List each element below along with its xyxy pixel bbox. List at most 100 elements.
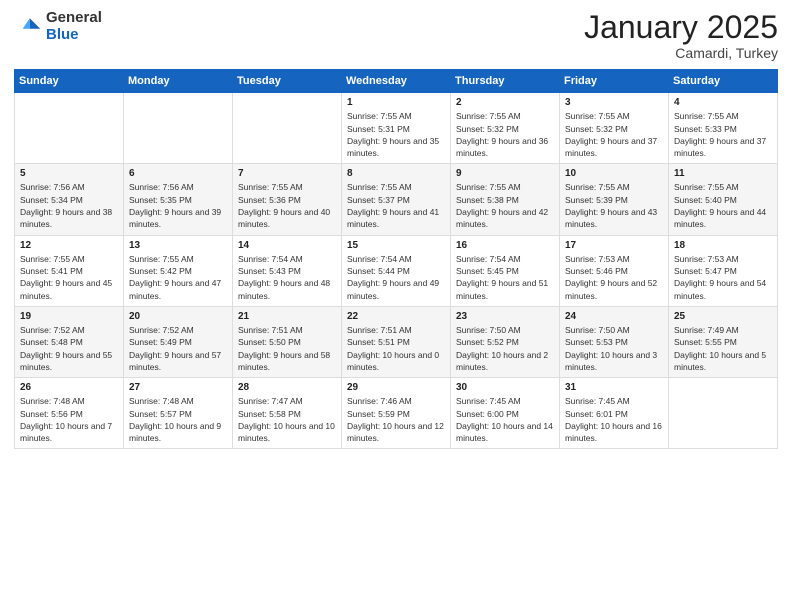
day-number: 9	[456, 168, 554, 179]
day-info: Sunrise: 7:49 AMSunset: 5:55 PMDaylight:…	[674, 324, 772, 373]
day-info: Sunrise: 7:55 AMSunset: 5:31 PMDaylight:…	[347, 110, 445, 159]
calendar-cell: 14 Sunrise: 7:54 AMSunset: 5:43 PMDayligh…	[233, 235, 342, 306]
day-number: 24	[565, 311, 663, 322]
day-number: 27	[129, 382, 227, 393]
calendar-cell: 3 Sunrise: 7:55 AMSunset: 5:32 PMDaylight…	[560, 93, 669, 164]
day-info: Sunrise: 7:48 AMSunset: 5:57 PMDaylight:…	[129, 395, 227, 444]
calendar-cell: 29Sunrise: 7:46 AMSunset: 5:59 PMDayligh…	[342, 378, 451, 449]
day-number: 2	[456, 97, 554, 108]
calendar-cell: 21 Sunrise: 7:51 AMSunset: 5:50 PMDayligh…	[233, 306, 342, 377]
day-info: Sunrise: 7:48 AMSunset: 5:56 PMDaylight:…	[20, 395, 118, 444]
day-number: 13	[129, 240, 227, 251]
day-number: 26	[20, 382, 118, 393]
page: General Blue January 2025 Camardi, Turke…	[0, 0, 792, 612]
day-info: Sunrise: 7:55 AMSunset: 5:32 PMDaylight:…	[565, 110, 663, 159]
logo-text: General Blue	[46, 10, 102, 43]
calendar-cell: 17 Sunrise: 7:53 AMSunset: 5:46 PMDayligh…	[560, 235, 669, 306]
calendar-week-row: 5Sunrise: 7:56 AMSunset: 5:34 PMDaylight…	[15, 164, 778, 235]
calendar-cell: 5Sunrise: 7:56 AMSunset: 5:34 PMDaylight…	[15, 164, 124, 235]
calendar-cell: 9Sunrise: 7:55 AMSunset: 5:38 PMDaylight…	[451, 164, 560, 235]
day-number: 18	[674, 240, 772, 251]
day-number: 22	[347, 311, 445, 322]
calendar-cell: 19 Sunrise: 7:52 AMSunset: 5:48 PMDayligh…	[15, 306, 124, 377]
day-number: 5	[20, 168, 118, 179]
day-number: 8	[347, 168, 445, 179]
title-location: Camardi, Turkey	[584, 45, 778, 61]
calendar-cell: 12 Sunrise: 7:55 AMSunset: 5:41 PMDayligh…	[15, 235, 124, 306]
day-info: Sunrise: 7:52 AMSunset: 5:48 PMDaylight:…	[20, 324, 118, 373]
day-info: Sunrise: 7:54 AMSunset: 5:45 PMDaylight:…	[456, 253, 554, 302]
calendar-cell: 22 Sunrise: 7:51 AMSunset: 5:51 PMDayligh…	[342, 306, 451, 377]
day-number: 19	[20, 311, 118, 322]
calendar-cell: 31 Sunrise: 7:45 AMSunset: 6:01 PMDayligh…	[560, 378, 669, 449]
day-number: 10	[565, 168, 663, 179]
title-block: January 2025 Camardi, Turkey	[584, 10, 778, 61]
calendar-cell: 18 Sunrise: 7:53 AMSunset: 5:47 PMDayligh…	[669, 235, 778, 306]
calendar-cell: 11Sunrise: 7:55 AMSunset: 5:40 PMDayligh…	[669, 164, 778, 235]
calendar-cell: 28Sunrise: 7:47 AMSunset: 5:58 PMDayligh…	[233, 378, 342, 449]
header: General Blue January 2025 Camardi, Turke…	[14, 10, 778, 61]
day-number: 17	[565, 240, 663, 251]
day-number: 14	[238, 240, 336, 251]
calendar-cell: 20Sunrise: 7:52 AMSunset: 5:49 PMDayligh…	[124, 306, 233, 377]
day-number: 21	[238, 311, 336, 322]
day-info: Sunrise: 7:50 AMSunset: 5:53 PMDaylight:…	[565, 324, 663, 373]
day-number: 30	[456, 382, 554, 393]
calendar-cell: 25 Sunrise: 7:49 AMSunset: 5:55 PMDayligh…	[669, 306, 778, 377]
calendar-cell: 7Sunrise: 7:55 AMSunset: 5:36 PMDaylight…	[233, 164, 342, 235]
day-number: 7	[238, 168, 336, 179]
day-info: Sunrise: 7:45 AMSunset: 6:00 PMDaylight:…	[456, 395, 554, 444]
day-info: Sunrise: 7:54 AMSunset: 5:44 PMDaylight:…	[347, 253, 445, 302]
calendar-header-row: SundayMondayTuesdayWednesdayThursdayFrid…	[15, 70, 778, 93]
calendar-cell: 24 Sunrise: 7:50 AMSunset: 5:53 PMDayligh…	[560, 306, 669, 377]
calendar-week-row: 1Sunrise: 7:55 AMSunset: 5:31 PMDaylight…	[15, 93, 778, 164]
day-info: Sunrise: 7:55 AMSunset: 5:41 PMDaylight:…	[20, 253, 118, 302]
day-info: Sunrise: 7:55 AMSunset: 5:37 PMDaylight:…	[347, 181, 445, 230]
title-month: January 2025	[584, 10, 778, 45]
day-info: Sunrise: 7:46 AMSunset: 5:59 PMDaylight:…	[347, 395, 445, 444]
calendar-cell: 13Sunrise: 7:55 AMSunset: 5:42 PMDayligh…	[124, 235, 233, 306]
calendar-week-row: 26 Sunrise: 7:48 AMSunset: 5:56 PMDayligh…	[15, 378, 778, 449]
calendar-cell: 26 Sunrise: 7:48 AMSunset: 5:56 PMDayligh…	[15, 378, 124, 449]
calendar-cell	[233, 93, 342, 164]
calendar-cell: 30 Sunrise: 7:45 AMSunset: 6:00 PMDayligh…	[451, 378, 560, 449]
day-number: 15	[347, 240, 445, 251]
calendar-cell: 23Sunrise: 7:50 AMSunset: 5:52 PMDayligh…	[451, 306, 560, 377]
day-info: Sunrise: 7:55 AMSunset: 5:33 PMDaylight:…	[674, 110, 772, 159]
day-info: Sunrise: 7:55 AMSunset: 5:32 PMDaylight:…	[456, 110, 554, 159]
day-info: Sunrise: 7:53 AMSunset: 5:46 PMDaylight:…	[565, 253, 663, 302]
calendar-week-row: 12 Sunrise: 7:55 AMSunset: 5:41 PMDayligh…	[15, 235, 778, 306]
day-number: 16	[456, 240, 554, 251]
day-info: Sunrise: 7:55 AMSunset: 5:39 PMDaylight:…	[565, 181, 663, 230]
day-number: 31	[565, 382, 663, 393]
day-info: Sunrise: 7:45 AMSunset: 6:01 PMDaylight:…	[565, 395, 663, 444]
calendar-cell: 4 Sunrise: 7:55 AMSunset: 5:33 PMDaylight…	[669, 93, 778, 164]
logo: General Blue	[14, 10, 102, 43]
calendar-cell: 16 Sunrise: 7:54 AMSunset: 5:45 PMDayligh…	[451, 235, 560, 306]
day-number: 12	[20, 240, 118, 251]
calendar-week-row: 19 Sunrise: 7:52 AMSunset: 5:48 PMDayligh…	[15, 306, 778, 377]
day-info: Sunrise: 7:53 AMSunset: 5:47 PMDaylight:…	[674, 253, 772, 302]
calendar-cell: 1Sunrise: 7:55 AMSunset: 5:31 PMDaylight…	[342, 93, 451, 164]
day-info: Sunrise: 7:52 AMSunset: 5:49 PMDaylight:…	[129, 324, 227, 373]
day-number: 4	[674, 97, 772, 108]
col-header-sunday: Sunday	[15, 70, 124, 93]
calendar-cell: 2 Sunrise: 7:55 AMSunset: 5:32 PMDaylight…	[451, 93, 560, 164]
day-number: 3	[565, 97, 663, 108]
day-info: Sunrise: 7:51 AMSunset: 5:50 PMDaylight:…	[238, 324, 336, 373]
day-number: 25	[674, 311, 772, 322]
calendar-cell: 15 Sunrise: 7:54 AMSunset: 5:44 PMDayligh…	[342, 235, 451, 306]
calendar-cell: 6Sunrise: 7:56 AMSunset: 5:35 PMDaylight…	[124, 164, 233, 235]
day-info: Sunrise: 7:54 AMSunset: 5:43 PMDaylight:…	[238, 253, 336, 302]
day-number: 6	[129, 168, 227, 179]
col-header-monday: Monday	[124, 70, 233, 93]
calendar: SundayMondayTuesdayWednesdayThursdayFrid…	[14, 69, 778, 449]
col-header-wednesday: Wednesday	[342, 70, 451, 93]
col-header-saturday: Saturday	[669, 70, 778, 93]
col-header-thursday: Thursday	[451, 70, 560, 93]
col-header-tuesday: Tuesday	[233, 70, 342, 93]
day-number: 11	[674, 168, 772, 179]
calendar-cell	[124, 93, 233, 164]
logo-icon	[14, 13, 42, 41]
day-info: Sunrise: 7:51 AMSunset: 5:51 PMDaylight:…	[347, 324, 445, 373]
